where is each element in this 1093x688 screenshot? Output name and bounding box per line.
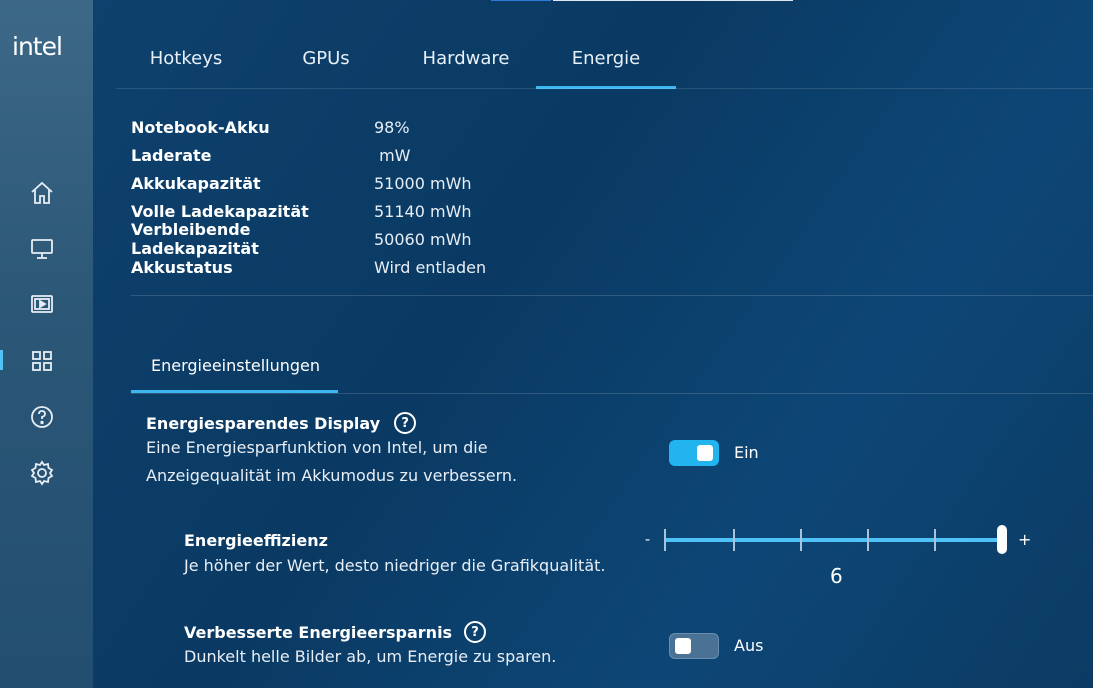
info-row: Akkukapazität 51000 mWh: [131, 169, 486, 197]
efficiency-slider-thumb[interactable]: [997, 525, 1007, 554]
help-icon[interactable]: ?: [394, 412, 417, 434]
info-value: Wird entladen: [374, 257, 487, 277]
display-saving-toggle-label: Ein: [734, 443, 759, 462]
active-nav-indicator: [0, 350, 3, 370]
home-icon[interactable]: [28, 179, 56, 207]
help-icon[interactable]: ?: [464, 621, 487, 643]
top-edge-highlight: [553, 0, 793, 1]
description-line: Eine Energiesparfunktion von Intel, um d…: [146, 438, 488, 457]
info-value: 51140 mWh: [374, 201, 472, 221]
enhanced-saving-toggle-label: Aus: [734, 636, 764, 655]
slider-tick: [867, 529, 869, 551]
slider-tick: [800, 529, 802, 551]
efficiency-description: Je höher der Wert, desto niedriger die G…: [184, 556, 606, 575]
main-panel: Hotkeys GPUs Hardware Energie Notebook-A…: [93, 0, 1093, 688]
toggle-knob: [675, 638, 691, 654]
sidebar: intel: [0, 0, 93, 688]
info-label: Volle Ladekapazität: [131, 201, 309, 221]
info-row: Laderate mW: [131, 141, 486, 169]
enhanced-saving-description: Dunkelt helle Bilder ab, um Energie zu s…: [184, 647, 557, 666]
slider-tick: [733, 529, 735, 551]
slider-tick: [934, 529, 936, 551]
help-icon[interactable]: [28, 403, 56, 431]
tab-divider: [116, 88, 1093, 89]
info-label: Akkukapazität: [131, 173, 261, 193]
efficiency-slider-track[interactable]: [665, 538, 1002, 542]
tab-hotkeys[interactable]: Hotkeys: [116, 28, 256, 88]
tab-bar: Hotkeys GPUs Hardware Energie: [116, 28, 676, 89]
toggle-knob: [697, 445, 713, 461]
enhanced-saving-toggle[interactable]: [669, 633, 719, 659]
gear-icon[interactable]: [28, 459, 56, 487]
enhanced-saving-title: Verbesserte Energieersparnis: [184, 622, 453, 642]
info-label: Akkustatus: [131, 257, 233, 277]
subtab-energieeinstellungen[interactable]: Energieeinstellungen: [131, 338, 338, 393]
slider-tick: [664, 529, 666, 551]
slider-max-label: +: [1018, 530, 1032, 549]
tab-gpus[interactable]: GPUs: [256, 28, 396, 88]
video-icon[interactable]: [28, 290, 56, 318]
info-label: Laderate: [131, 145, 212, 165]
subtab-divider: [131, 393, 1093, 394]
efficiency-value: 6: [830, 564, 843, 588]
efficiency-title: Energieeffizienz: [184, 530, 328, 550]
apps-grid-icon[interactable]: [28, 347, 56, 375]
info-label: Notebook-Akku: [131, 117, 270, 137]
description-line: Anzeigequalität im Akkumodus zu verbesse…: [146, 466, 518, 485]
section-divider: [131, 295, 1093, 296]
display-saving-title: Energiesparendes Display: [146, 413, 381, 433]
info-row: Notebook-Akku 98%: [131, 113, 486, 141]
tab-energie[interactable]: Energie: [536, 28, 676, 89]
info-value: 50060 mWh: [374, 229, 472, 249]
info-value: mW: [374, 145, 411, 165]
tab-hardware[interactable]: Hardware: [396, 28, 536, 88]
enhanced-saving-title-row: Verbesserte Energieersparnis ?: [184, 619, 487, 645]
slider-min-label: -: [645, 532, 651, 548]
info-row: Akkustatus Wird entladen: [131, 253, 486, 281]
info-label: Verbleibende Ladekapazität: [131, 220, 259, 258]
display-saving-description: Eine Energiesparfunktion von Intel, um d…: [146, 434, 517, 490]
display-saving-toggle[interactable]: [669, 440, 719, 466]
display-saving-title-row: Energiesparendes Display ?: [146, 410, 417, 436]
display-icon[interactable]: [28, 235, 56, 263]
intel-logo: intel: [12, 32, 63, 61]
info-row: Verbleibende Ladekapazität 50060 mWh: [131, 220, 486, 258]
top-edge-accent: [491, 0, 551, 1]
info-value: 51000 mWh: [374, 173, 472, 193]
battery-info: Notebook-Akku 98% Laderate mW Akkukapazi…: [131, 113, 486, 281]
info-value: 98%: [374, 117, 410, 137]
